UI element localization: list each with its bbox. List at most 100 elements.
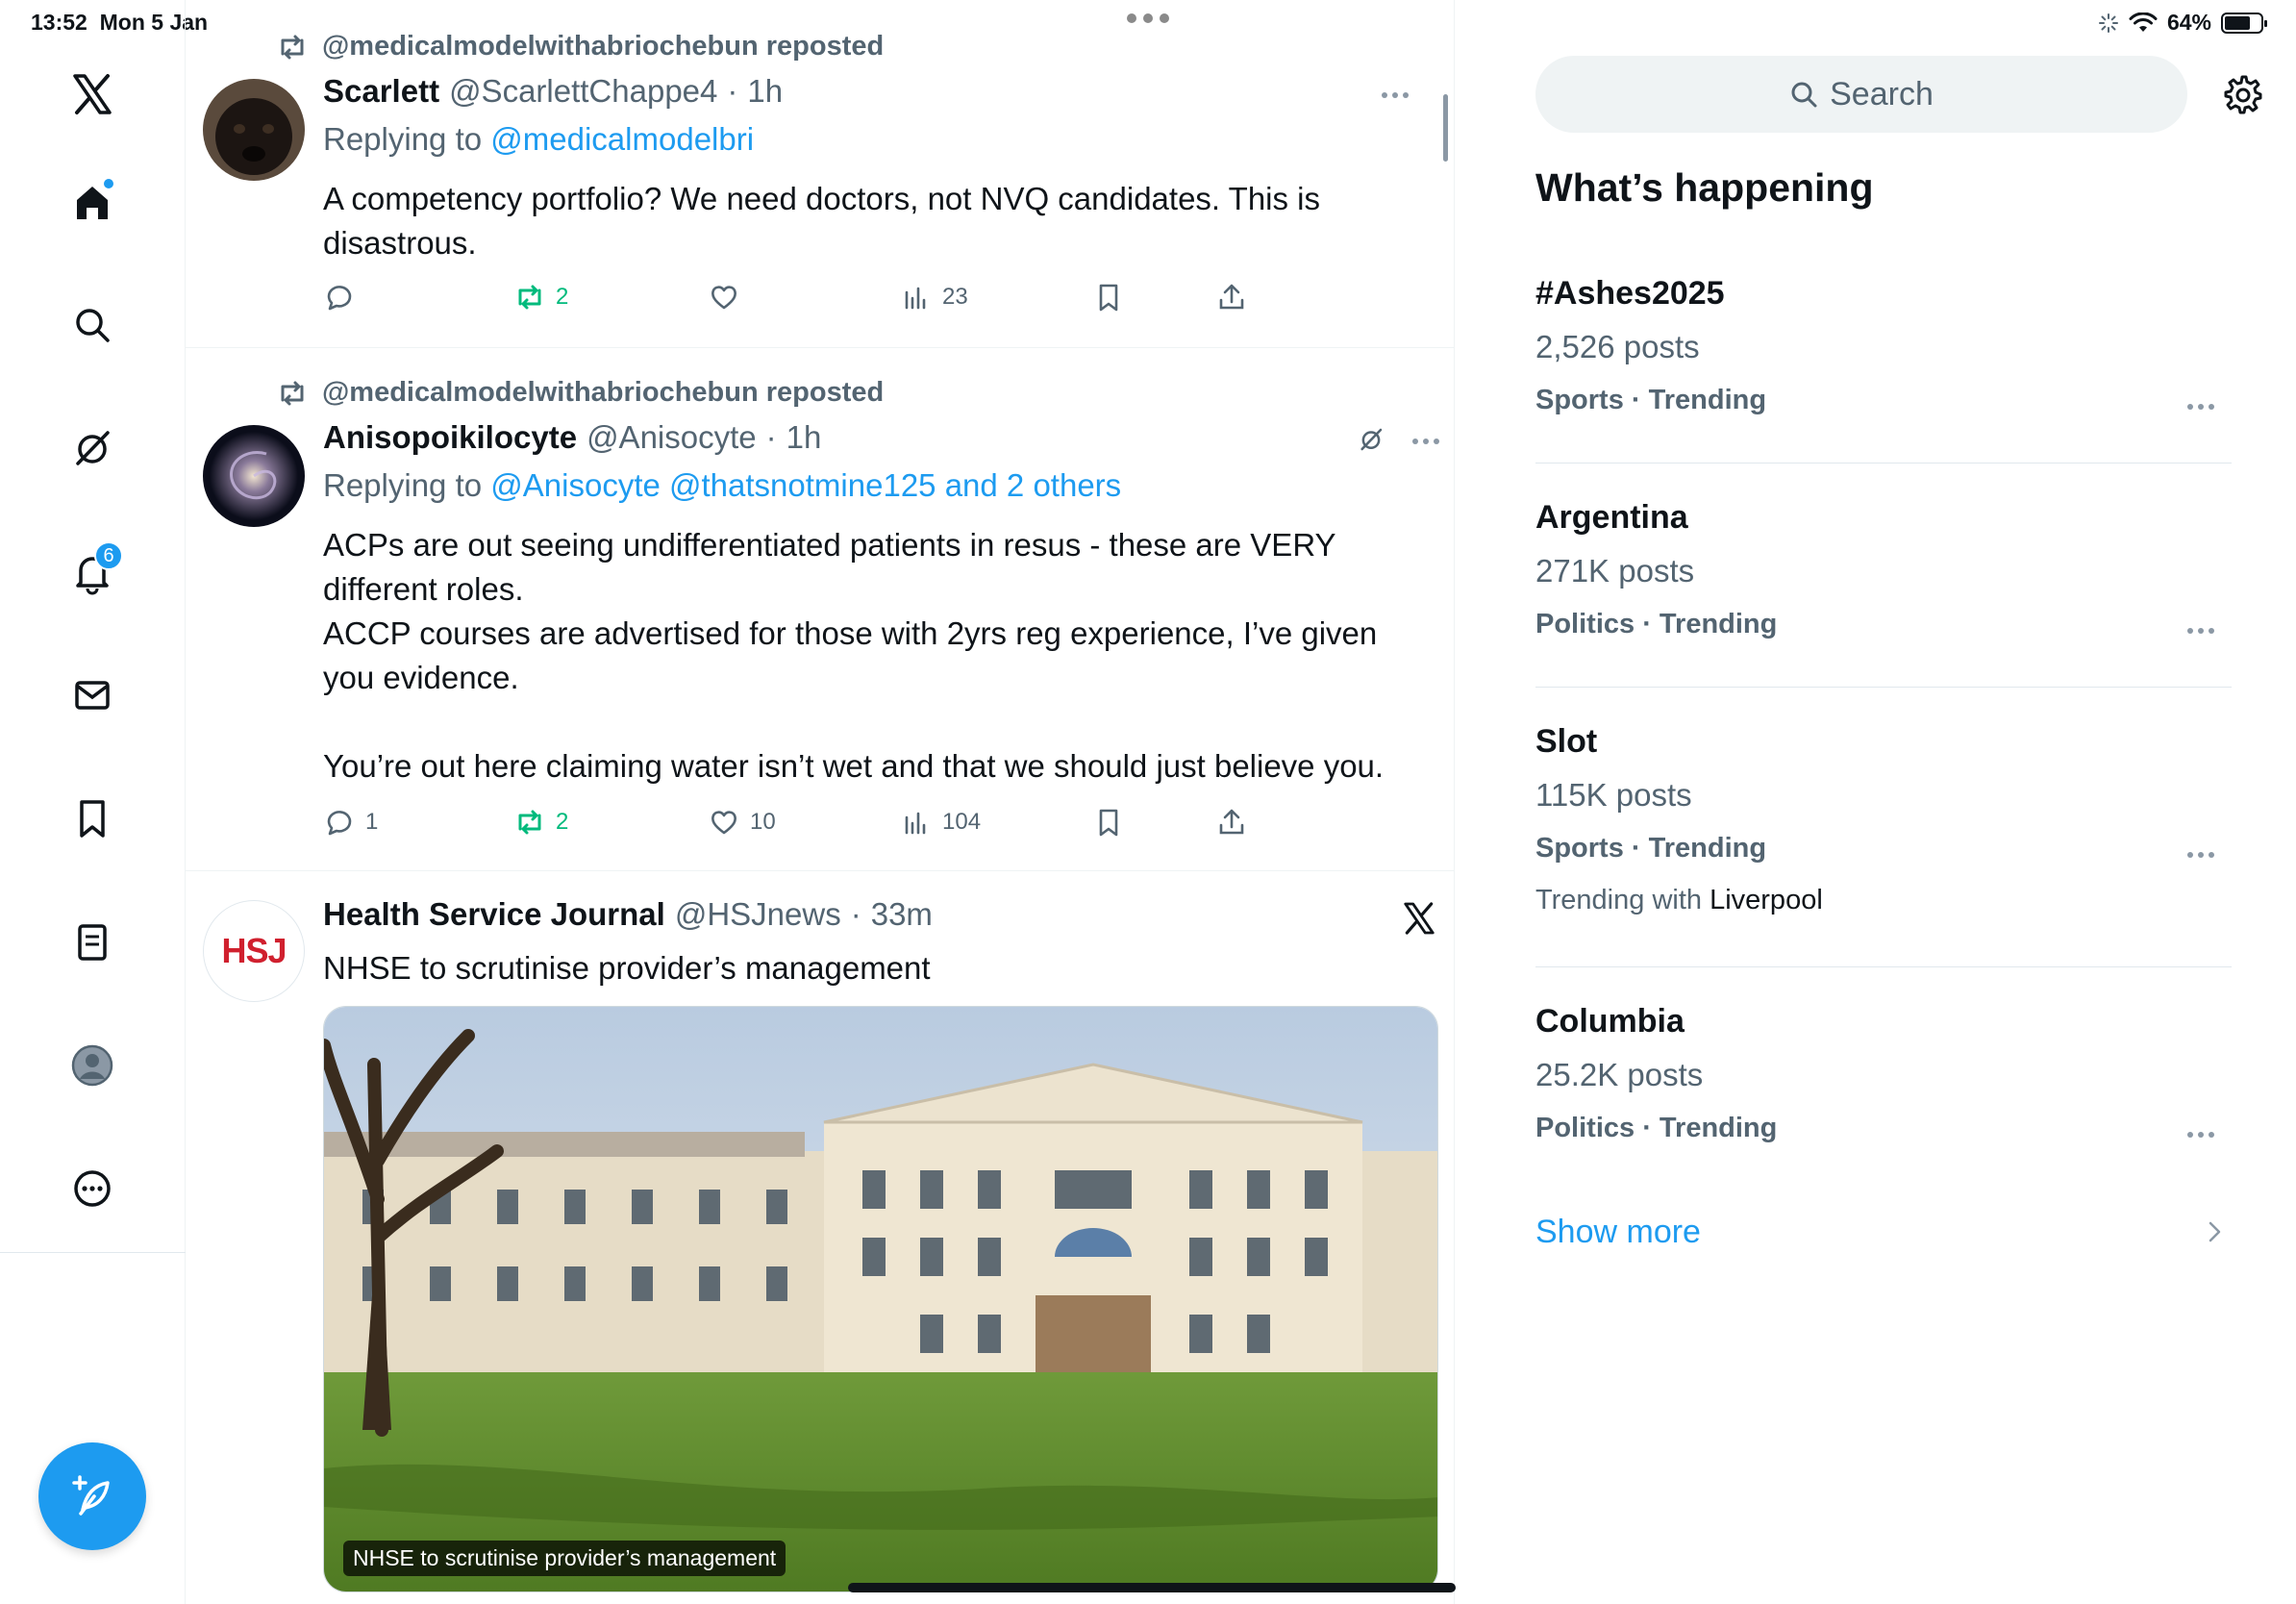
trend-more-icon[interactable] [2187, 404, 2214, 410]
post-scarlett[interactable]: @medicalmodelwithabriochebun reposted Sc… [186, 0, 1454, 348]
sidebar-divider [0, 1252, 186, 1253]
more-circle-icon[interactable] [54, 1150, 131, 1227]
card-caption: NHSE to scrutinise provider’s management [343, 1541, 786, 1576]
x-logo-icon[interactable] [54, 56, 131, 133]
battery-icon [2221, 12, 2267, 34]
repost-label: @medicalmodelwithabriochebun reposted [322, 31, 885, 62]
timeline[interactable]: @medicalmodelwithabriochebun reposted Sc… [186, 0, 1455, 1604]
building-photo [324, 1007, 1437, 1591]
home-indicator[interactable] [848, 1583, 1456, 1592]
bookmark-icon[interactable] [54, 780, 131, 857]
chevron-right-icon[interactable] [2204, 1217, 2227, 1246]
trend-category: Sports · Trending [1535, 385, 1767, 415]
like-button[interactable]: 10 [708, 806, 776, 839]
separator: · [765, 419, 777, 455]
author-name[interactable]: Health Service Journal [323, 896, 665, 933]
trend-related-prefix: Trending with [1535, 885, 1703, 915]
post-time[interactable]: 1h [747, 73, 783, 110]
profile-icon[interactable] [54, 1027, 131, 1104]
post-text: A competency portfolio? We need doctors,… [323, 181, 1321, 261]
trend-item[interactable]: #Ashes2025 2,526 posts Sports · Trending [1535, 275, 2232, 464]
link-card-image[interactable]: NHSE to scrutinise provider’s management [323, 1006, 1438, 1592]
notifications-badge: 6 [94, 541, 123, 570]
trend-category: Politics · Trending [1535, 1113, 1778, 1143]
trend-count: 271K posts [1535, 553, 1695, 589]
compose-button[interactable] [38, 1442, 146, 1550]
post-actions: 1 2 10 104 [323, 806, 1410, 844]
battery-percent: 64% [2166, 10, 2211, 35]
views-button[interactable]: 104 [900, 806, 981, 839]
home-unread-dot [102, 177, 115, 190]
author-name[interactable]: Scarlett [323, 73, 439, 110]
author-handle[interactable]: @Anisocyte [586, 419, 757, 456]
post-header: Health Service Journal @HSJnews · 33m [323, 896, 933, 933]
repost-button[interactable]: 2 [513, 281, 568, 313]
post-more-icon[interactable] [1382, 92, 1409, 98]
trend-more-icon[interactable] [2187, 852, 2214, 858]
compose-icon [72, 1475, 110, 1516]
bookmark-button[interactable] [1092, 806, 1125, 839]
hsj-logo: HSJ [221, 931, 287, 970]
like-button[interactable] [708, 281, 740, 313]
post-time[interactable]: 1h [786, 419, 822, 456]
reply-button[interactable] [323, 281, 356, 313]
heart-icon [711, 286, 736, 310]
post-more-icon[interactable] [1412, 439, 1439, 444]
trend-item[interactable]: Slot 115K posts Sports · Trending Trendi… [1535, 723, 2232, 967]
reply-to-link[interactable]: @Anisocyte @thatsnotmine125 and 2 others [490, 467, 1121, 503]
bookmark-icon [1099, 809, 1118, 837]
whats-happening-title: What’s happening [1535, 165, 1874, 210]
x-logo-icon[interactable] [1401, 900, 1437, 937]
grok-icon[interactable] [54, 410, 131, 487]
views-button[interactable]: 23 [900, 281, 968, 313]
reply-count: 1 [365, 809, 379, 835]
trend-count: 25.2K posts [1535, 1057, 1704, 1092]
post-anisopoikilocyte[interactable]: @medicalmodelwithabriochebun reposted An… [186, 348, 1454, 871]
author-handle[interactable]: @ScarlettChappe4 [449, 73, 717, 110]
post-actions: 2 23 [323, 281, 1410, 319]
status-indicators: 64% [2098, 10, 2267, 36]
bookmark-icon [1099, 284, 1118, 312]
trend-name: Columbia [1535, 1003, 1685, 1040]
share-button[interactable] [1215, 281, 1248, 313]
avatar[interactable] [203, 425, 305, 527]
mail-icon[interactable] [54, 657, 131, 734]
reply-to-link[interactable]: @medicalmodelbri [490, 121, 754, 157]
view-count: 23 [942, 284, 968, 310]
loading-icon [2098, 13, 2118, 33]
avatar[interactable]: HSJ [203, 900, 305, 1002]
post-hsj[interactable]: HSJ Health Service Journal @HSJnews · 33… [186, 871, 1454, 1604]
bookmark-button[interactable] [1092, 281, 1125, 313]
repost-icon [518, 285, 541, 310]
trend-related: Trending with Liverpool [1535, 885, 1823, 916]
settings-icon[interactable] [2219, 71, 2265, 117]
author-handle[interactable]: @HSJnews [675, 896, 841, 933]
lists-icon[interactable] [54, 904, 131, 981]
share-icon [1219, 809, 1244, 835]
reply-prefix: Replying to [323, 121, 483, 157]
grok-icon[interactable] [1357, 425, 1385, 454]
trend-name: Slot [1535, 723, 1598, 760]
trend-more-icon[interactable] [2187, 628, 2214, 634]
reply-button[interactable]: 1 [323, 806, 378, 839]
trend-related-link[interactable]: Liverpool [1710, 885, 1823, 915]
repost-indicator: @medicalmodelwithabriochebun reposted [276, 31, 884, 63]
post-header: Anisopoikilocyte @Anisocyte · 1h [323, 419, 821, 456]
trend-more-icon[interactable] [2187, 1132, 2214, 1138]
trend-category: Sports · Trending [1535, 833, 1767, 864]
share-button[interactable] [1215, 806, 1248, 839]
views-icon [905, 812, 926, 835]
trend-item[interactable]: Argentina 271K posts Politics · Trending [1535, 499, 2232, 688]
post-time[interactable]: 33m [871, 896, 933, 933]
show-more-link[interactable]: Show more [1535, 1214, 1701, 1251]
trend-name: #Ashes2025 [1535, 275, 1725, 312]
post-text: ACPs are out seeing undifferentiated pat… [323, 527, 1385, 784]
avatar[interactable] [203, 79, 305, 181]
home-icon[interactable] [54, 163, 131, 240]
repost-button[interactable]: 2 [513, 806, 568, 839]
search-icon[interactable] [54, 287, 131, 363]
bell-icon[interactable]: 6 [54, 534, 131, 611]
trend-item[interactable]: Columbia 25.2K posts Politics · Trending [1535, 1003, 2232, 1176]
search-input[interactable]: Search [1535, 56, 2187, 133]
author-name[interactable]: Anisopoikilocyte [323, 419, 577, 456]
